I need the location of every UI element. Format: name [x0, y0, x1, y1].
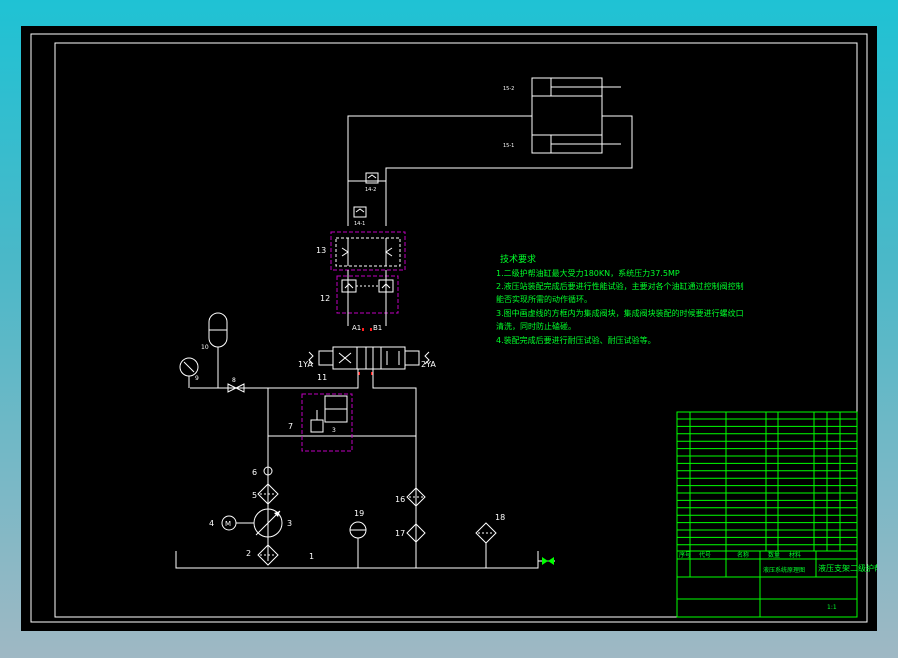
label-9: 9 [195, 375, 199, 382]
notes-heading: 技术要求 [500, 253, 536, 265]
header-seq: 序号 [679, 551, 691, 559]
drawing-title: 液压支架二级护帮 [818, 563, 877, 573]
notes-line4: 4.装配完成后要进行耐压试验、耐压试验等。 [496, 335, 656, 345]
accumulator-10[interactable] [208, 312, 228, 388]
outer-frame [30, 33, 868, 623]
label-14-2: 14-2 [365, 187, 376, 193]
motor-letter: M [225, 520, 231, 528]
notes-line3b: 清洗，同时防止磕碰。 [496, 321, 576, 331]
pipe-a-line [347, 115, 532, 226]
label-6: 6 [252, 468, 257, 477]
drain-valve[interactable] [538, 557, 555, 565]
label-15-2: 15-2 [503, 86, 514, 92]
label-12: 12 [320, 294, 330, 303]
label-16: 16 [395, 495, 405, 504]
header-qty: 数量 [768, 551, 780, 559]
port-b1: B1 [373, 324, 382, 332]
label-7: 7 [288, 422, 293, 431]
label-2: 2 [246, 549, 251, 558]
label-14-1: 14-1 [354, 221, 365, 227]
notes-line1: 1.二级护帮油缸最大受力180KN，系统压力37.5MP [496, 268, 680, 278]
cylinder-15-1[interactable] [531, 119, 621, 154]
check-valve-14-1[interactable] [353, 206, 367, 218]
notes-line2b: 能否实现所需的动作循环。 [496, 294, 592, 304]
label-relief-3: 3 [332, 427, 336, 434]
label-8: 8 [232, 377, 236, 384]
label-1: 1 [309, 552, 314, 561]
label-4: 4 [209, 519, 214, 528]
label-18: 18 [495, 513, 505, 522]
notes-line2a: 2.液压站装配完成后要进行性能试验，主要对各个油缸通过控制阀控制 [496, 281, 744, 291]
hydraulic-schematic: 15-2 15-1 14-2 14-1 13 12 A1 B1 1YA 2YA … [30, 33, 877, 623]
label-3: 3 [287, 519, 292, 528]
pipe-b-line [385, 115, 633, 226]
label-15-1: 15-1 [503, 143, 514, 149]
header-code: 代号 [699, 551, 711, 559]
parts-list [676, 411, 858, 552]
integrated-block-12[interactable] [336, 275, 399, 314]
notes-line3a: 3.图中画虚线的方框内为集成阀块，集成阀块装配的时候要进行螺纹口 [496, 308, 744, 318]
return-line [372, 369, 417, 436]
label-19: 19 [354, 509, 364, 518]
drawing-subtitle: 液压系统原理图 [763, 566, 805, 574]
red-marker [362, 328, 364, 331]
oil-level-gauge-19[interactable] [349, 521, 367, 568]
tank-1[interactable] [175, 551, 539, 569]
check-valves-12 [341, 270, 394, 326]
directional-valve-11[interactable] [308, 346, 430, 370]
label-10: 10 [201, 344, 209, 351]
pilot-check-valves-13 [335, 237, 401, 267]
label-11: 11 [317, 373, 327, 382]
cylinder-15-2[interactable] [531, 77, 621, 119]
scale: 1:1 [827, 604, 837, 611]
inner-frame [54, 42, 858, 618]
red-marker [370, 328, 372, 331]
label-17: 17 [395, 529, 405, 538]
label-5: 5 [252, 491, 257, 500]
technical-notes: 技术要求 1.二级护帮油缸最大受力180KN，系统压力37.5MP 2.液压站装… [496, 253, 744, 345]
header-name: 名称 [737, 551, 749, 559]
port-a1: A1 [352, 324, 361, 332]
label-13: 13 [316, 246, 326, 255]
title-block: 序号 代号 名称 数量 材料 液压支架二级护帮 液压系统原理图 1:1 [676, 550, 877, 618]
pressure-gauge-9[interactable] [179, 357, 199, 388]
coil-2ya: 2YA [421, 360, 436, 369]
air-breather-18[interactable] [475, 522, 497, 568]
relief-valve-3 [310, 395, 348, 433]
header-material: 材料 [789, 551, 801, 559]
coil-1ya: 1YA [298, 360, 313, 369]
pressure-line [190, 369, 359, 389]
cad-viewport[interactable]: 15-2 15-1 14-2 14-1 13 12 A1 B1 1YA 2YA … [21, 26, 877, 631]
